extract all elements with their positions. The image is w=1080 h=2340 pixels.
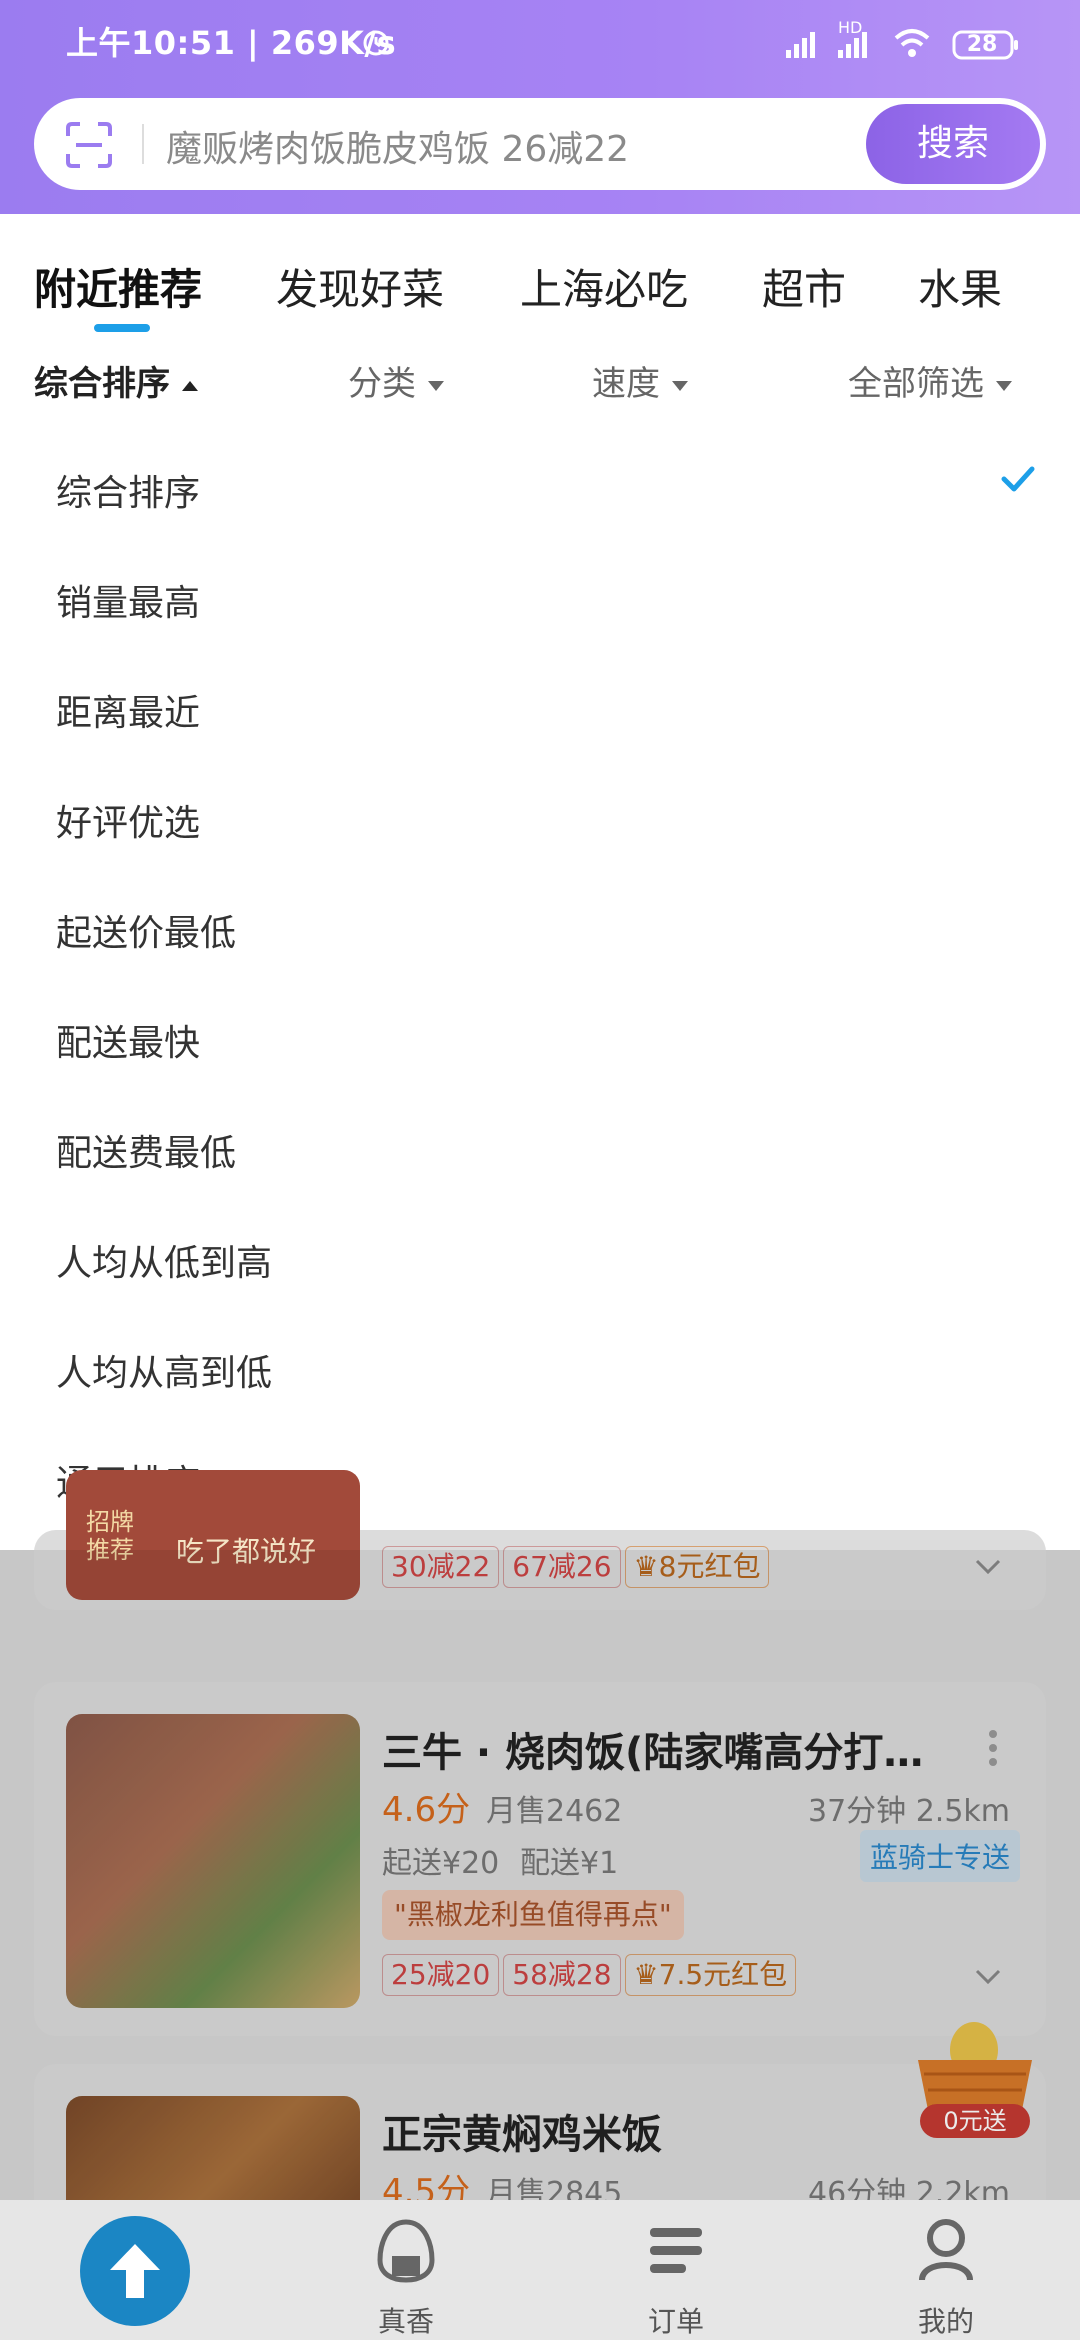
sort-filter-all[interactable]: 全部筛选 — [848, 356, 1012, 405]
caret-down-icon — [672, 380, 688, 391]
sort-option[interactable]: 配送最快 — [56, 1014, 200, 1066]
up-arrow-button[interactable] — [80, 2216, 190, 2326]
bottom-nav: 真香 订单 我的 — [0, 2200, 1080, 2340]
orders-icon — [650, 2228, 702, 2273]
sort-comprehensive[interactable]: 综合排序 — [34, 356, 198, 405]
nav-label: 订单 — [647, 2305, 704, 2338]
status-bar: 上午10:51 | 269K/s HD 28 — [0, 0, 1080, 90]
wifi-icon — [894, 29, 930, 57]
battery-icon: 28 — [952, 30, 1020, 60]
check-icon — [1001, 466, 1035, 492]
search-divider — [142, 124, 144, 164]
sort-option[interactable]: 距离最近 — [56, 684, 200, 736]
nav-orders[interactable]: 订单 — [596, 2200, 756, 2340]
sort-option[interactable]: 人均从低到高 — [56, 1234, 272, 1286]
sort-speed-label: 速度 — [592, 364, 660, 404]
signal-icon — [786, 32, 815, 58]
status-time-speed: 上午10:51 | 269K/s — [66, 24, 397, 62]
sort-option[interactable]: 综合排序 — [56, 464, 200, 516]
caret-down-icon — [428, 380, 444, 391]
nav-me[interactable]: 我的 — [866, 2200, 1026, 2340]
arrow-up-icon — [110, 2244, 160, 2298]
sort-category-label: 分类 — [348, 364, 416, 404]
search-button[interactable]: 搜索 — [866, 104, 1040, 184]
tab-fruit[interactable]: 水果 — [918, 256, 1002, 317]
alarm-icon — [363, 30, 389, 56]
tab-discover[interactable]: 发现好菜 — [276, 256, 444, 317]
search-bar[interactable]: 魔贩烤肉饭脆皮鸡饭 26减22 搜索 — [34, 98, 1046, 190]
signal-hd-icon — [838, 32, 867, 58]
onigiri-icon — [377, 2219, 435, 2283]
tab-nearby[interactable]: 附近推荐 — [34, 256, 202, 317]
caret-up-icon — [182, 380, 198, 391]
category-tabs: 附近推荐 发现好菜 上海必吃 超市 水果 — [0, 214, 1080, 344]
sort-speed[interactable]: 速度 — [592, 356, 688, 405]
sort-option[interactable]: 销量最高 — [56, 574, 200, 626]
search-input[interactable]: 魔贩烤肉饭脆皮鸡饭 26减22 — [166, 120, 629, 172]
sort-option[interactable]: 好评优选 — [56, 794, 200, 846]
sort-filter-label: 全部筛选 — [848, 364, 984, 404]
tab-shanghai[interactable]: 上海必吃 — [520, 256, 688, 317]
nav-label: 我的 — [917, 2305, 974, 2338]
sort-category[interactable]: 分类 — [348, 356, 444, 405]
battery-level: 28 — [966, 32, 998, 57]
nav-label: 真香 — [377, 2305, 434, 2338]
sort-option[interactable]: 人均从高到低 — [56, 1344, 272, 1396]
sort-dropdown: 综合排序 销量最高 距离最近 好评优选 起送价最低 配送最快 配送费最低 人均从… — [0, 420, 1080, 1550]
nav-zhenxiang[interactable]: 真香 — [326, 2200, 486, 2340]
sort-comprehensive-label: 综合排序 — [34, 364, 170, 404]
caret-down-icon — [996, 380, 1012, 391]
sort-option[interactable]: 配送费最低 — [56, 1124, 236, 1176]
tab-indicator — [94, 324, 150, 332]
scan-icon[interactable] — [64, 120, 114, 170]
user-icon — [919, 2219, 973, 2281]
sort-option[interactable]: 起送价最低 — [56, 904, 236, 956]
tab-supermarket[interactable]: 超市 — [762, 256, 846, 317]
